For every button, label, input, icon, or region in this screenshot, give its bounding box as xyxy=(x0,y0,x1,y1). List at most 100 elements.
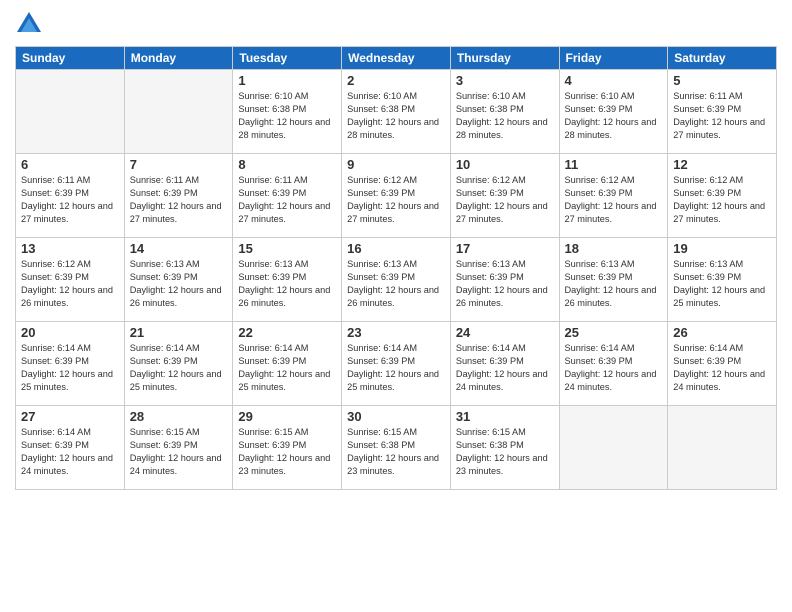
day-number: 22 xyxy=(238,325,336,340)
day-number: 24 xyxy=(456,325,554,340)
calendar-cell: 25 Sunrise: 6:14 AM Sunset: 6:39 PM Dayli… xyxy=(559,322,668,406)
calendar-cell: 24 Sunrise: 6:14 AM Sunset: 6:39 PM Dayli… xyxy=(450,322,559,406)
week-row-4: 20 Sunrise: 6:14 AM Sunset: 6:39 PM Dayli… xyxy=(16,322,777,406)
day-info: Sunrise: 6:13 AM Sunset: 6:39 PM Dayligh… xyxy=(238,258,336,310)
day-number: 9 xyxy=(347,157,445,172)
header xyxy=(15,10,777,38)
day-info: Sunrise: 6:14 AM Sunset: 6:39 PM Dayligh… xyxy=(347,342,445,394)
calendar-cell: 10Sunrise: 6:12 AM Sunset: 6:39 PM Dayli… xyxy=(450,154,559,238)
day-info: Sunrise: 6:11 AM Sunset: 6:39 PM Dayligh… xyxy=(21,174,119,226)
day-info: Sunrise: 6:14 AM Sunset: 6:39 PM Dayligh… xyxy=(238,342,336,394)
calendar-cell: 2Sunrise: 6:10 AM Sunset: 6:38 PM Daylig… xyxy=(342,70,451,154)
calendar-cell xyxy=(16,70,125,154)
day-number: 27 xyxy=(21,409,119,424)
day-info: Sunrise: 6:15 AM Sunset: 6:39 PM Dayligh… xyxy=(130,426,228,478)
day-info: Sunrise: 6:14 AM Sunset: 6:39 PM Dayligh… xyxy=(565,342,663,394)
day-info: Sunrise: 6:12 AM Sunset: 6:39 PM Dayligh… xyxy=(456,174,554,226)
day-info: Sunrise: 6:11 AM Sunset: 6:39 PM Dayligh… xyxy=(130,174,228,226)
day-info: Sunrise: 6:12 AM Sunset: 6:39 PM Dayligh… xyxy=(673,174,771,226)
calendar-cell: 5Sunrise: 6:11 AM Sunset: 6:39 PM Daylig… xyxy=(668,70,777,154)
day-number: 25 xyxy=(565,325,663,340)
day-info: Sunrise: 6:13 AM Sunset: 6:39 PM Dayligh… xyxy=(565,258,663,310)
day-info: Sunrise: 6:14 AM Sunset: 6:39 PM Dayligh… xyxy=(130,342,228,394)
calendar-cell: 14 Sunrise: 6:13 AM Sunset: 6:39 PM Dayli… xyxy=(124,238,233,322)
day-info: Sunrise: 6:14 AM Sunset: 6:39 PM Dayligh… xyxy=(673,342,771,394)
day-number: 19 xyxy=(673,241,771,256)
calendar-cell: 15 Sunrise: 6:13 AM Sunset: 6:39 PM Dayli… xyxy=(233,238,342,322)
calendar: SundayMondayTuesdayWednesdayThursdayFrid… xyxy=(15,46,777,490)
week-row-2: 6Sunrise: 6:11 AM Sunset: 6:39 PM Daylig… xyxy=(16,154,777,238)
calendar-cell: 4 Sunrise: 6:10 AM Sunset: 6:39 PM Daylig… xyxy=(559,70,668,154)
calendar-cell: 30 Sunrise: 6:15 AM Sunset: 6:38 PM Dayli… xyxy=(342,406,451,490)
day-info: Sunrise: 6:10 AM Sunset: 6:38 PM Dayligh… xyxy=(347,90,445,142)
day-info: Sunrise: 6:14 AM Sunset: 6:39 PM Dayligh… xyxy=(456,342,554,394)
day-number: 20 xyxy=(21,325,119,340)
day-info: Sunrise: 6:15 AM Sunset: 6:38 PM Dayligh… xyxy=(347,426,445,478)
day-number: 11 xyxy=(565,157,663,172)
calendar-cell: 20 Sunrise: 6:14 AM Sunset: 6:39 PM Dayli… xyxy=(16,322,125,406)
day-info: Sunrise: 6:12 AM Sunset: 6:39 PM Dayligh… xyxy=(565,174,663,226)
day-number: 3 xyxy=(456,73,554,88)
calendar-cell: 22 Sunrise: 6:14 AM Sunset: 6:39 PM Dayli… xyxy=(233,322,342,406)
calendar-cell: 6Sunrise: 6:11 AM Sunset: 6:39 PM Daylig… xyxy=(16,154,125,238)
day-info: Sunrise: 6:10 AM Sunset: 6:38 PM Dayligh… xyxy=(238,90,336,142)
calendar-cell: 7 Sunrise: 6:11 AM Sunset: 6:39 PM Daylig… xyxy=(124,154,233,238)
weekday-header-wednesday: Wednesday xyxy=(342,47,451,70)
week-row-1: 1 Sunrise: 6:10 AM Sunset: 6:38 PM Daylig… xyxy=(16,70,777,154)
weekday-header-saturday: Saturday xyxy=(668,47,777,70)
day-number: 1 xyxy=(238,73,336,88)
calendar-cell xyxy=(124,70,233,154)
calendar-cell xyxy=(559,406,668,490)
calendar-cell: 8Sunrise: 6:11 AM Sunset: 6:39 PM Daylig… xyxy=(233,154,342,238)
logo-icon xyxy=(15,10,43,38)
calendar-cell: 11 Sunrise: 6:12 AM Sunset: 6:39 PM Dayli… xyxy=(559,154,668,238)
week-row-3: 13 Sunrise: 6:12 AM Sunset: 6:39 PM Dayli… xyxy=(16,238,777,322)
calendar-cell: 3 Sunrise: 6:10 AM Sunset: 6:38 PM Daylig… xyxy=(450,70,559,154)
day-number: 26 xyxy=(673,325,771,340)
page: SundayMondayTuesdayWednesdayThursdayFrid… xyxy=(0,0,792,612)
weekday-header-sunday: Sunday xyxy=(16,47,125,70)
calendar-cell: 27Sunrise: 6:14 AM Sunset: 6:39 PM Dayli… xyxy=(16,406,125,490)
day-info: Sunrise: 6:10 AM Sunset: 6:38 PM Dayligh… xyxy=(456,90,554,142)
day-info: Sunrise: 6:13 AM Sunset: 6:39 PM Dayligh… xyxy=(673,258,771,310)
day-number: 31 xyxy=(456,409,554,424)
calendar-cell: 29 Sunrise: 6:15 AM Sunset: 6:39 PM Dayli… xyxy=(233,406,342,490)
day-number: 4 xyxy=(565,73,663,88)
day-number: 29 xyxy=(238,409,336,424)
calendar-cell: 9Sunrise: 6:12 AM Sunset: 6:39 PM Daylig… xyxy=(342,154,451,238)
day-number: 18 xyxy=(565,241,663,256)
calendar-cell: 13 Sunrise: 6:12 AM Sunset: 6:39 PM Dayli… xyxy=(16,238,125,322)
day-info: Sunrise: 6:15 AM Sunset: 6:39 PM Dayligh… xyxy=(238,426,336,478)
calendar-cell: 1 Sunrise: 6:10 AM Sunset: 6:38 PM Daylig… xyxy=(233,70,342,154)
day-info: Sunrise: 6:13 AM Sunset: 6:39 PM Dayligh… xyxy=(130,258,228,310)
day-number: 7 xyxy=(130,157,228,172)
logo xyxy=(15,10,47,38)
day-info: Sunrise: 6:14 AM Sunset: 6:39 PM Dayligh… xyxy=(21,342,119,394)
calendar-cell: 17Sunrise: 6:13 AM Sunset: 6:39 PM Dayli… xyxy=(450,238,559,322)
calendar-cell: 18 Sunrise: 6:13 AM Sunset: 6:39 PM Dayli… xyxy=(559,238,668,322)
day-info: Sunrise: 6:11 AM Sunset: 6:39 PM Dayligh… xyxy=(673,90,771,142)
day-number: 14 xyxy=(130,241,228,256)
week-row-5: 27Sunrise: 6:14 AM Sunset: 6:39 PM Dayli… xyxy=(16,406,777,490)
day-number: 12 xyxy=(673,157,771,172)
weekday-header-tuesday: Tuesday xyxy=(233,47,342,70)
day-number: 17 xyxy=(456,241,554,256)
weekday-header-friday: Friday xyxy=(559,47,668,70)
day-number: 28 xyxy=(130,409,228,424)
calendar-cell: 31 Sunrise: 6:15 AM Sunset: 6:38 PM Dayli… xyxy=(450,406,559,490)
weekday-header-monday: Monday xyxy=(124,47,233,70)
day-number: 8 xyxy=(238,157,336,172)
calendar-cell: 16 Sunrise: 6:13 AM Sunset: 6:39 PM Dayli… xyxy=(342,238,451,322)
calendar-cell: 19 Sunrise: 6:13 AM Sunset: 6:39 PM Dayli… xyxy=(668,238,777,322)
day-info: Sunrise: 6:15 AM Sunset: 6:38 PM Dayligh… xyxy=(456,426,554,478)
day-info: Sunrise: 6:12 AM Sunset: 6:39 PM Dayligh… xyxy=(21,258,119,310)
day-number: 21 xyxy=(130,325,228,340)
day-number: 23 xyxy=(347,325,445,340)
day-number: 30 xyxy=(347,409,445,424)
calendar-cell: 12 Sunrise: 6:12 AM Sunset: 6:39 PM Dayli… xyxy=(668,154,777,238)
day-number: 13 xyxy=(21,241,119,256)
day-info: Sunrise: 6:10 AM Sunset: 6:39 PM Dayligh… xyxy=(565,90,663,142)
day-number: 16 xyxy=(347,241,445,256)
day-number: 15 xyxy=(238,241,336,256)
day-info: Sunrise: 6:13 AM Sunset: 6:39 PM Dayligh… xyxy=(347,258,445,310)
